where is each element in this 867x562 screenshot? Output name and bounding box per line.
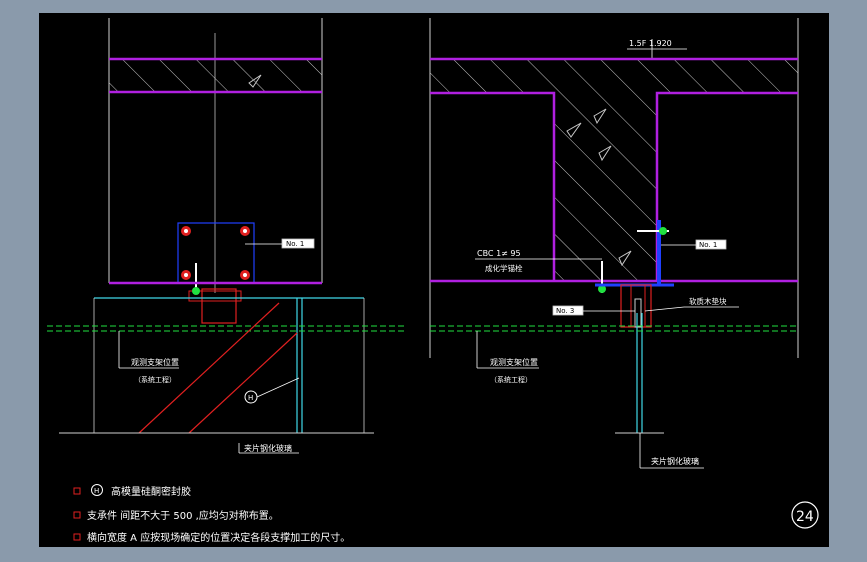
right-install-label: 观测支架位置 — [490, 357, 538, 367]
note-bullet-icon — [73, 533, 81, 541]
right-view: 1.5F 1.920 No. 1 CBC 1≠ 95 成化学锚栓 No. 3 软… — [429, 18, 799, 469]
right-bracket — [620, 284, 652, 328]
note-bullet-icon — [73, 487, 81, 495]
note-text: 横向宽度 A 应按现场确定的位置决定各段支撑加工的尺寸。 — [87, 531, 350, 544]
drawing-sheet: No. 1 H 观测支架位置 （系统工程） 夹片钢化玻璃 1.5F 1.920 — [39, 13, 829, 547]
note-text: 支承件 间距不大于 500 ,应均匀对称布置。 — [87, 509, 279, 522]
left-anchor-point — [192, 287, 200, 295]
right-gasket — [634, 298, 642, 328]
note-bullet-icon — [73, 511, 81, 519]
right-tag-text-top: No. 1 — [699, 241, 717, 249]
left-install-label: 观测支架位置 — [131, 357, 179, 367]
left-bracket — [201, 288, 237, 324]
cad-drawing: No. 1 H 观测支架位置 （系统工程） 夹片钢化玻璃 1.5F 1.920 — [47, 18, 819, 544]
circle-mark-text: H — [248, 394, 253, 402]
anchor-label: 成化学锚栓 — [485, 263, 523, 273]
left-install-sub: （系统工程） — [134, 375, 176, 384]
sheet-number: 24 — [796, 509, 814, 525]
note-text: 高模量硅酮密封胶 — [111, 485, 191, 498]
bolt-icon — [181, 226, 250, 280]
sheet-number-badge: 24 — [791, 501, 819, 529]
anchor-spec: CBC 1≠ 95 — [477, 249, 521, 258]
left-slab-hatch — [109, 59, 322, 92]
right-install-sub: （系统工程） — [490, 375, 532, 384]
elevation-label: 1.5F 1.920 — [629, 39, 672, 48]
note-mark: H — [94, 487, 99, 495]
right-tag-text-mid: No. 3 — [556, 307, 574, 315]
left-view: No. 1 H 观测支架位置 （系统工程） 夹片钢化玻璃 — [47, 18, 404, 454]
notes: H 高模量硅酮密封胶 支承件 间距不大于 500 ,应均匀对称布置。 横向宽度 … — [73, 484, 350, 544]
right-anchor-point — [659, 227, 667, 235]
right-slab-outline — [655, 91, 798, 281]
left-glass-label: 夹片钢化玻璃 — [244, 443, 292, 453]
left-diagonal — [188, 332, 298, 434]
gasket-label: 软质木垫块 — [689, 296, 727, 306]
left-tag-text: No. 1 — [286, 240, 304, 248]
left-mark-leader — [256, 377, 300, 398]
right-glass-label: 夹片钢化玻璃 — [651, 456, 699, 466]
